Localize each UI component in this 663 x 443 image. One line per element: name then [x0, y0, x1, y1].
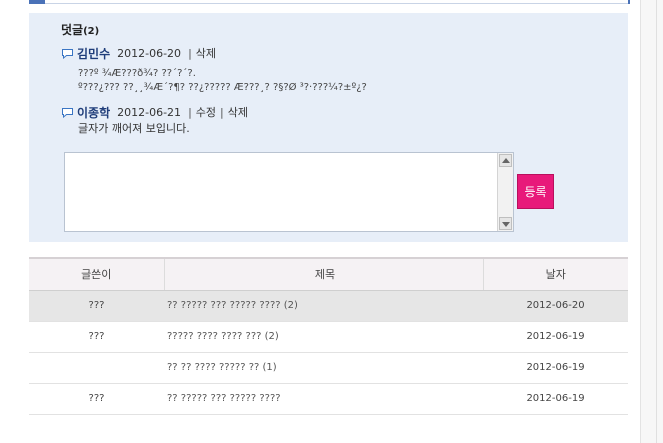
table-row[interactable]: ??? ????? ???? ???? ??? (2) 2012-06-19: [29, 321, 628, 353]
table-row[interactable]: ??? ?? ????? ??? ????? ???? 2012-06-19: [29, 383, 628, 415]
table-row[interactable]: ??? ?? ????? ??? ????? ???? (2) 2012-06-…: [29, 290, 628, 322]
row-writer: ???: [29, 290, 164, 322]
row-date: 2012-06-19: [483, 352, 628, 384]
row-date: 2012-06-19: [483, 321, 628, 353]
row-writer: [29, 352, 164, 384]
comment-date: 2012-06-21: [117, 105, 182, 119]
submit-comment-button[interactable]: 등록: [517, 174, 554, 209]
comment-item: 김민수 2012-06-20 | 삭제 ???º ¾Æ???ð¾? ??´?´?…: [61, 45, 367, 94]
comment-body-line: º???¿??? ??¸¸¾Æ´?¶? ??¿????? Æ???¸? ?§?Ø…: [78, 82, 367, 93]
scroll-up-button[interactable]: [499, 154, 512, 167]
row-date: 2012-06-19: [483, 383, 628, 415]
comment-body-line: 글자가 깨어져 보입니다.: [78, 122, 190, 135]
comment-header: 이종학 2012-06-21 | 수정 | 삭제: [61, 104, 252, 120]
section-edge-marker: [628, 0, 630, 4]
comment-author: 김민수: [77, 46, 111, 61]
row-date: 2012-06-20: [483, 290, 628, 322]
row-writer: ???: [29, 383, 164, 415]
frame-divider: [656, 0, 657, 443]
arrow-up-icon: [502, 158, 510, 163]
action-separator: |: [188, 46, 192, 60]
row-title-link[interactable]: ?? ????? ??? ????? ???? (2): [164, 290, 483, 322]
row-title-link[interactable]: ?? ????? ??? ????? ????: [164, 383, 483, 415]
edit-comment-link[interactable]: 수정: [196, 104, 216, 120]
comment-panel: 덧글(2) 김민수 2012-06-20 | 삭제 ???º ¾Æ???ð¾? …: [29, 13, 628, 242]
delete-comment-link[interactable]: 삭제: [228, 104, 248, 120]
table-row[interactable]: ?? ?? ???? ????? ?? (1) 2012-06-19: [29, 352, 628, 384]
speech-bubble-icon: [62, 107, 73, 118]
row-writer: ???: [29, 321, 164, 353]
column-header-title[interactable]: 제목: [163, 257, 483, 291]
column-header-writer[interactable]: 글쓴이: [29, 257, 164, 291]
table-header-row: 글쓴이 제목 날자: [29, 257, 628, 291]
column-header-date[interactable]: 날자: [482, 257, 628, 291]
scroll-down-button[interactable]: [499, 217, 512, 230]
textarea-scrollbar[interactable]: [497, 153, 513, 231]
row-title-link[interactable]: ?? ?? ???? ????? ?? (1): [164, 352, 483, 384]
comment-date: 2012-06-20: [117, 46, 182, 60]
reply-textarea[interactable]: [65, 153, 497, 231]
right-edge-frame: [640, 0, 663, 443]
comment-header: 김민수 2012-06-20 | 삭제: [61, 45, 367, 61]
comment-section-title: 덧글(2): [61, 21, 99, 38]
action-separator: |: [188, 105, 192, 119]
comment-item: 이종학 2012-06-21 | 수정 | 삭제 글자가 깨어져 보입니다.: [61, 104, 252, 135]
comment-title-label: 덧글: [61, 23, 84, 37]
reply-textarea-container: [64, 152, 514, 232]
comment-author: 이종학: [77, 105, 111, 120]
row-title-link[interactable]: ????? ???? ???? ??? (2): [164, 321, 483, 353]
top-section-border: [29, 0, 630, 4]
section-corner-icon: [29, 0, 45, 4]
comment-count: (2): [83, 26, 100, 37]
delete-comment-link[interactable]: 삭제: [196, 45, 216, 61]
post-list-table: 글쓴이 제목 날자 ??? ?? ????? ??? ????? ???? (2…: [29, 257, 628, 415]
arrow-down-icon: [502, 222, 510, 227]
action-separator: |: [220, 105, 224, 119]
comment-body-line: ???º ¾Æ???ð¾? ??´?´?.: [78, 68, 196, 79]
speech-bubble-icon: [62, 48, 73, 59]
